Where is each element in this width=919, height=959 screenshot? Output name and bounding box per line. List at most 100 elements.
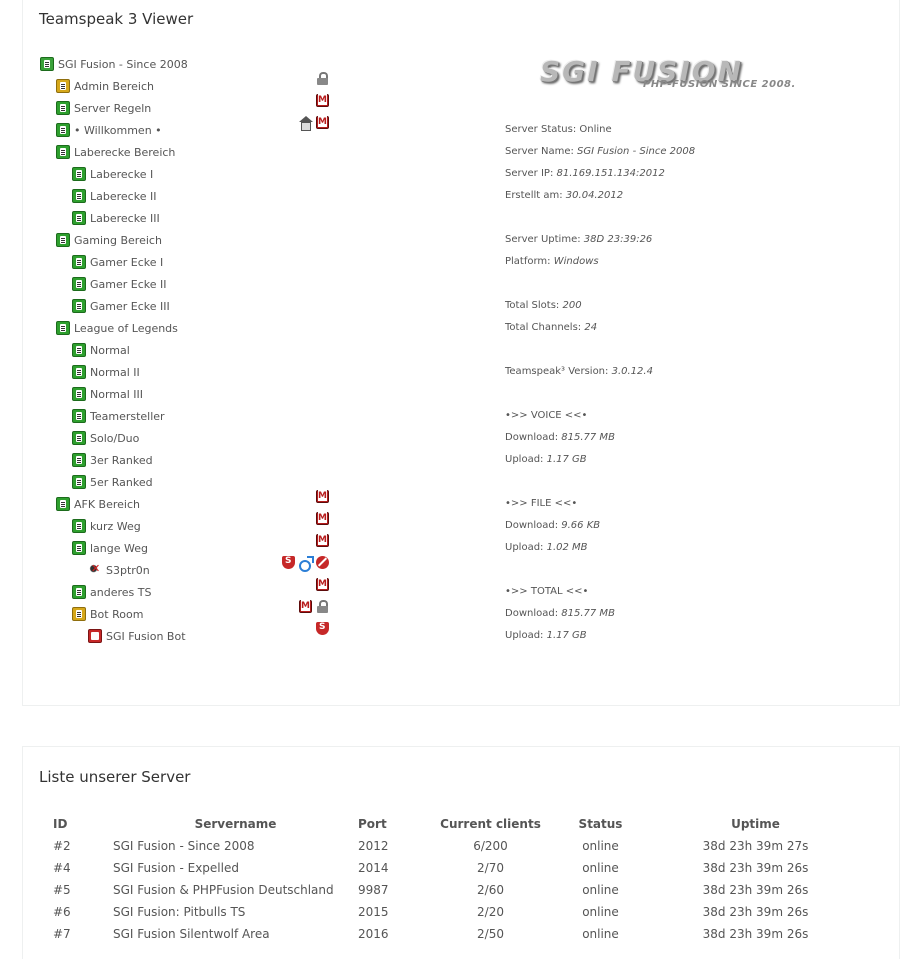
- table-cell: 2014: [358, 861, 389, 875]
- channel-icon: [72, 585, 86, 599]
- lock-icon: [316, 72, 329, 85]
- tree-channel[interactable]: Gamer Ecke III: [72, 298, 170, 314]
- column-header: Current clients: [440, 817, 541, 831]
- info-label: Total Slots:: [505, 300, 563, 311]
- tree-channel[interactable]: Gaming Bereich: [56, 232, 162, 248]
- tree-label: Laberecke III: [90, 211, 160, 225]
- tree-channel[interactable]: Normal III: [72, 386, 143, 402]
- column-header: ID: [53, 817, 68, 831]
- tree-label: League of Legends: [74, 321, 178, 335]
- tree-channel[interactable]: Laberecke II: [72, 188, 156, 204]
- info-label: •>> VOICE <<•: [505, 410, 588, 421]
- info-row: Erstellt am: 30.04.2012: [505, 190, 623, 201]
- tree-label: Bot Room: [90, 607, 144, 621]
- sgi-fusion-logo: SGI FUSION PHP-FUSION SINCE 2008.: [518, 53, 848, 93]
- tree-label: Laberecke I: [90, 167, 154, 181]
- tree-channel[interactable]: lange Weg: [72, 540, 148, 556]
- tree-channel[interactable]: Gamer Ecke II: [72, 276, 167, 292]
- tree-channel[interactable]: anderes TS: [72, 584, 151, 600]
- moderated-icon: [316, 490, 329, 503]
- tree-channel[interactable]: kurz Weg: [72, 518, 141, 534]
- muted-user-icon: [88, 562, 102, 577]
- channel-icon: [72, 211, 86, 225]
- tree-channel[interactable]: Teamersteller: [72, 408, 165, 424]
- tree-label: 5er Ranked: [90, 475, 153, 489]
- tree-label: Server Regeln: [74, 101, 152, 115]
- server-table: ID Servername Port Current clients Status Upt…: [53, 813, 863, 945]
- info-row: Server IP: 81.169.151.134:2012: [505, 168, 665, 179]
- channel-icon: [56, 233, 70, 247]
- tree-channel[interactable]: Admin Bereich: [56, 78, 154, 94]
- channel-icon: [72, 189, 86, 203]
- info-value: 38D 23:39:26: [583, 234, 653, 245]
- tree-channel[interactable]: Laberecke III: [72, 210, 160, 226]
- table-cell: #7: [53, 927, 71, 941]
- table-cell: 9987: [358, 883, 389, 897]
- server-table-header: ID Servername Port Current clients Status Upt…: [53, 813, 863, 835]
- info-row: Upload: 1.17 GB: [505, 630, 587, 641]
- tree-label: Gamer Ecke I: [90, 255, 164, 269]
- tree-channel[interactable]: 3er Ranked: [72, 452, 153, 468]
- tree-channel[interactable]: Bot Room: [72, 606, 143, 622]
- table-cell: 38d 23h 39m 27s: [702, 839, 809, 853]
- server-list-title: Liste unserer Server: [39, 768, 191, 786]
- info-label: Download:: [505, 608, 562, 619]
- info-label: Upload:: [505, 542, 547, 553]
- channel-icon: [72, 167, 86, 181]
- channel-icon: [72, 519, 86, 533]
- tree-channel[interactable]: League of Legends: [56, 320, 178, 336]
- info-row: Upload: 1.02 MB: [505, 542, 588, 553]
- info-label: Download:: [505, 432, 562, 443]
- info-label: Erstellt am:: [505, 190, 566, 201]
- locked-channel-icon: [72, 607, 86, 621]
- logo-sub-text: PHP-FUSION SINCE 2008.: [643, 79, 796, 90]
- tree-label: Admin Bereich: [74, 79, 154, 93]
- table-row: #6 SGI Fusion: Pitbulls TS 2015 2/20 online 3…: [53, 901, 863, 923]
- table-cell: 38d 23h 39m 26s: [702, 861, 809, 875]
- teamspeak-viewer-panel: Teamspeak 3 Viewer SGI FUSION PHP-FUSION…: [22, 0, 900, 706]
- tree-channel[interactable]: AFK Bereich: [56, 496, 140, 512]
- tree-channel[interactable]: • Willkommen •: [56, 122, 162, 138]
- shield-icon: [282, 556, 295, 569]
- table-cell: #4: [53, 861, 71, 875]
- column-header: Status: [578, 817, 623, 831]
- table-cell: online: [582, 927, 619, 941]
- info-value: SGI Fusion - Since 2008: [577, 146, 696, 157]
- tree-label: lange Weg: [90, 541, 148, 555]
- tree-channel[interactable]: Laberecke Bereich: [56, 144, 175, 160]
- tree-channel[interactable]: Gamer Ecke I: [72, 254, 163, 270]
- info-row: Platform: Windows: [505, 256, 599, 267]
- tree-label: S3ptr0n: [106, 563, 150, 577]
- channel-icon: [56, 123, 70, 137]
- bot-user-icon: [88, 629, 102, 643]
- viewer-title: Teamspeak 3 Viewer: [39, 10, 194, 28]
- channel-icon: [72, 255, 86, 269]
- info-value: 30.04.2012: [565, 190, 624, 201]
- tree-channel[interactable]: Server Regeln: [56, 100, 151, 116]
- info-row: Download: 815.77 MB: [505, 608, 615, 619]
- table-cell: 2016: [358, 927, 389, 941]
- info-row: Upload: 1.17 GB: [505, 454, 587, 465]
- channel-icon: [56, 497, 70, 511]
- server-table-body: #2 SGI Fusion - Since 2008 2012 6/200 online…: [53, 835, 863, 945]
- table-cell: #5: [53, 883, 71, 897]
- male-icon: [299, 556, 314, 572]
- info-value: 24: [584, 322, 598, 333]
- table-cell: #2: [53, 839, 71, 853]
- tree-channel[interactable]: Solo/Duo: [72, 430, 139, 446]
- channel-icon: [72, 343, 86, 357]
- info-value: 1.02 MB: [546, 542, 588, 553]
- tree-server[interactable]: SGI Fusion - Since 2008: [40, 56, 188, 72]
- tree-channel[interactable]: Laberecke I: [72, 166, 153, 182]
- table-cell: 2/60: [477, 883, 504, 897]
- tree-label: Gamer Ecke II: [90, 277, 167, 291]
- tree-label: Normal: [90, 343, 130, 357]
- tree-user[interactable]: S3ptr0n: [88, 562, 150, 578]
- tree-user[interactable]: SGI Fusion Bot: [88, 628, 186, 644]
- info-label: Platform:: [505, 256, 554, 267]
- tree-channel[interactable]: 5er Ranked: [72, 474, 153, 490]
- channel-icon: [72, 299, 86, 313]
- info-row: Server Status: Online: [505, 124, 612, 135]
- tree-channel[interactable]: Normal: [72, 342, 130, 358]
- tree-channel[interactable]: Normal II: [72, 364, 140, 380]
